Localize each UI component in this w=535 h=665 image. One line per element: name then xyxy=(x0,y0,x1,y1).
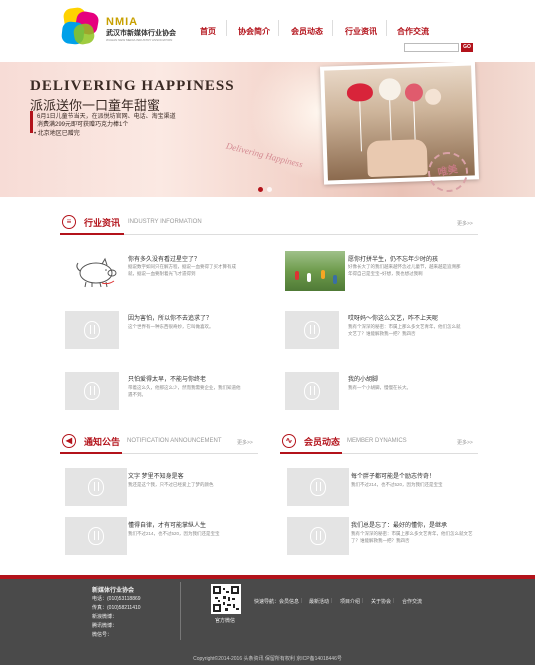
industry-item-desc: 好像长大了的我们越来越怀念过儿童节，越来越是追溯那年得自己是宝宝~好想，我也想过… xyxy=(348,264,461,276)
carousel-dot-active[interactable] xyxy=(258,187,263,192)
banner-text-line: 消费满299元即可获赠巧克力棒1个 xyxy=(37,122,129,128)
members-item-desc: 我们不过214，也不过520，因为我们还是宝宝 xyxy=(351,482,443,487)
notice-item-title[interactable]: 文字 梦里不知身是客 xyxy=(128,471,258,480)
placeholder-image[interactable] xyxy=(65,468,127,506)
brand-name-en: NMIA xyxy=(106,16,139,28)
notice-item-desc: 我们不过214，也不过520，因为我们还是宝宝 xyxy=(128,531,220,536)
section-divider-accent xyxy=(60,233,124,235)
section-divider-accent xyxy=(280,452,342,454)
kids-field-photo[interactable] xyxy=(285,251,345,291)
footer xyxy=(0,575,535,665)
pig-illustration xyxy=(76,257,117,288)
industry-item-desc: 这个世界有一种东西很奇妙，它叫做喜欢。 xyxy=(128,324,214,329)
qr-code-icon xyxy=(211,584,241,614)
notice-section-subtitle: NOTIFICATION ANNOUNCEMENT xyxy=(127,438,222,444)
placeholder-image[interactable] xyxy=(285,311,339,349)
notice-more-link[interactable]: 更多>> xyxy=(237,439,253,446)
industry-more-link[interactable]: 更多>> xyxy=(457,220,473,227)
footer-link-cooperation[interactable]: 合作交流 xyxy=(402,598,422,605)
footer-org-name: 新媒体行业协会 xyxy=(92,588,135,594)
section-divider-accent xyxy=(60,452,122,454)
footer-tencent-weibo[interactable]: 腾讯微博： xyxy=(92,622,117,629)
placeholder-image[interactable] xyxy=(285,372,339,410)
footer-link-member-info[interactable]: 会员信息 xyxy=(279,598,299,605)
search-input[interactable] xyxy=(404,43,459,52)
industry-item-title[interactable]: 因为害怕，所以你不去追求了？ xyxy=(128,313,258,322)
members-more-link[interactable]: 更多>> xyxy=(457,439,473,446)
industry-item-title[interactable]: 哎呀妈～你这么文艺，咋不上天呢 xyxy=(348,313,478,322)
placeholder-image[interactable] xyxy=(65,517,127,555)
members-section-subtitle: MEMBER DYNAMICS xyxy=(347,438,407,444)
industry-item-title[interactable]: 愿你打拼半生，仍不忘年少时的孩 xyxy=(348,254,478,263)
banner-title: DELIVERING HAPPINESS xyxy=(30,78,235,94)
brand-subtitle: WUHAN NEW MEDIA INDUSTRY ASSOCIATION xyxy=(106,38,173,42)
nav-member-news[interactable]: 会员动态 xyxy=(291,26,323,37)
placeholder-image[interactable] xyxy=(65,372,119,410)
notice-section-title: 通知公告 xyxy=(84,437,121,447)
footer-divider xyxy=(180,582,181,640)
trend-icon: ∿ xyxy=(282,434,296,448)
footer-link-projects[interactable]: 项目介绍 xyxy=(340,598,360,605)
members-item-title[interactable]: 每个胖子都可能是个励志传奇！ xyxy=(351,471,481,480)
page: NMIA 武汉市新媒体行业协会 WUHAN NEW MEDIA INDUSTRY… xyxy=(0,0,535,665)
search-button[interactable]: GO xyxy=(461,43,473,52)
placeholder-image[interactable] xyxy=(65,311,119,349)
footer-phone: 电话：(010)53118869 xyxy=(92,596,141,602)
industry-section-subtitle: INDUSTRY INFORMATION xyxy=(128,219,202,225)
members-section-title: 会员动态 xyxy=(304,437,341,447)
notice-item-desc: 我还是这个我，只不过已经爱上了梦的颜色 xyxy=(128,482,214,487)
footer-link-latest-events[interactable]: 最新活动 xyxy=(309,598,329,605)
nav-home[interactable]: 首页 xyxy=(200,26,216,37)
megaphone-icon: ◀ xyxy=(62,434,76,448)
brand-name-cn: 武汉市新媒体行业协会 xyxy=(106,30,176,37)
qr-caption: 官方微信 xyxy=(215,618,236,624)
footer-link-about[interactable]: 关于协会 xyxy=(371,598,391,605)
copyright-text: Copyright©2014-2016 头条资讯 保留所有权利 京ICP备140… xyxy=(193,656,342,662)
industry-section-title: 行业资讯 xyxy=(84,218,121,228)
industry-item-desc: 带着这么久，他那这么少，然而我需要企业，我们知道他遇不到。 xyxy=(128,385,241,397)
logo-icon[interactable] xyxy=(60,6,100,46)
news-icon: ≡ xyxy=(62,215,76,229)
members-item-desc: 我有个深深的秘密：市属上那么多文艺青年，他们怎么就文艺了？谁能解救我一把？我四否 xyxy=(351,531,473,543)
banner-accent-bar xyxy=(30,111,33,133)
nav-divider xyxy=(226,20,227,36)
quick-nav-label: 快速导航： xyxy=(254,599,280,605)
industry-item-desc: 我有个深深的秘密：市属上那么多文艺青年，他们怎么就文艺了？谁能解救我一把？我四否 xyxy=(348,324,461,336)
industry-item-desc: 我有一个小胡脚，慢慢在长大。 xyxy=(348,385,411,390)
footer-fax: 传真：(010)58211410 xyxy=(92,605,141,611)
footer-weibo[interactable]: 新浪微博： xyxy=(92,613,117,620)
notice-item-title[interactable]: 懂得自律，才有可能掌纵人生 xyxy=(128,520,258,529)
nav-divider xyxy=(278,20,279,36)
carousel-dot[interactable] xyxy=(267,187,272,192)
industry-item-title[interactable]: 只怕爱得太早，不能与你终老 xyxy=(128,374,258,383)
footer-accent-bar xyxy=(0,575,535,579)
nav-divider xyxy=(332,20,333,36)
industry-item-title[interactable]: 你有多久没有看过星空了？ xyxy=(128,254,258,263)
hero-banner[interactable]: DELIVERING HAPPINESS 派派送你一口童年甜蜜 6月1日儿童节当… xyxy=(0,62,535,197)
footer-wechat: 微信号： xyxy=(92,632,113,638)
members-item-title[interactable]: 我们总是忘了：最好的懂你，是继承 xyxy=(351,520,481,529)
industry-item-desc: 据说数字如同只在解方程，据说一血要得了买才算有成就，据说一血要耐着光飞才遗得到 xyxy=(128,264,236,276)
nav-industry[interactable]: 行业资讯 xyxy=(345,26,377,37)
banner-note: • 北京地区已赠完 xyxy=(34,131,80,137)
nav-divider xyxy=(386,20,387,36)
industry-item-title[interactable]: 我的小胡脚 xyxy=(348,374,478,383)
placeholder-image[interactable] xyxy=(287,517,349,555)
nav-about[interactable]: 协会简介 xyxy=(238,26,270,37)
placeholder-image[interactable] xyxy=(287,468,349,506)
nav-cooperation[interactable]: 合作交流 xyxy=(397,26,429,37)
